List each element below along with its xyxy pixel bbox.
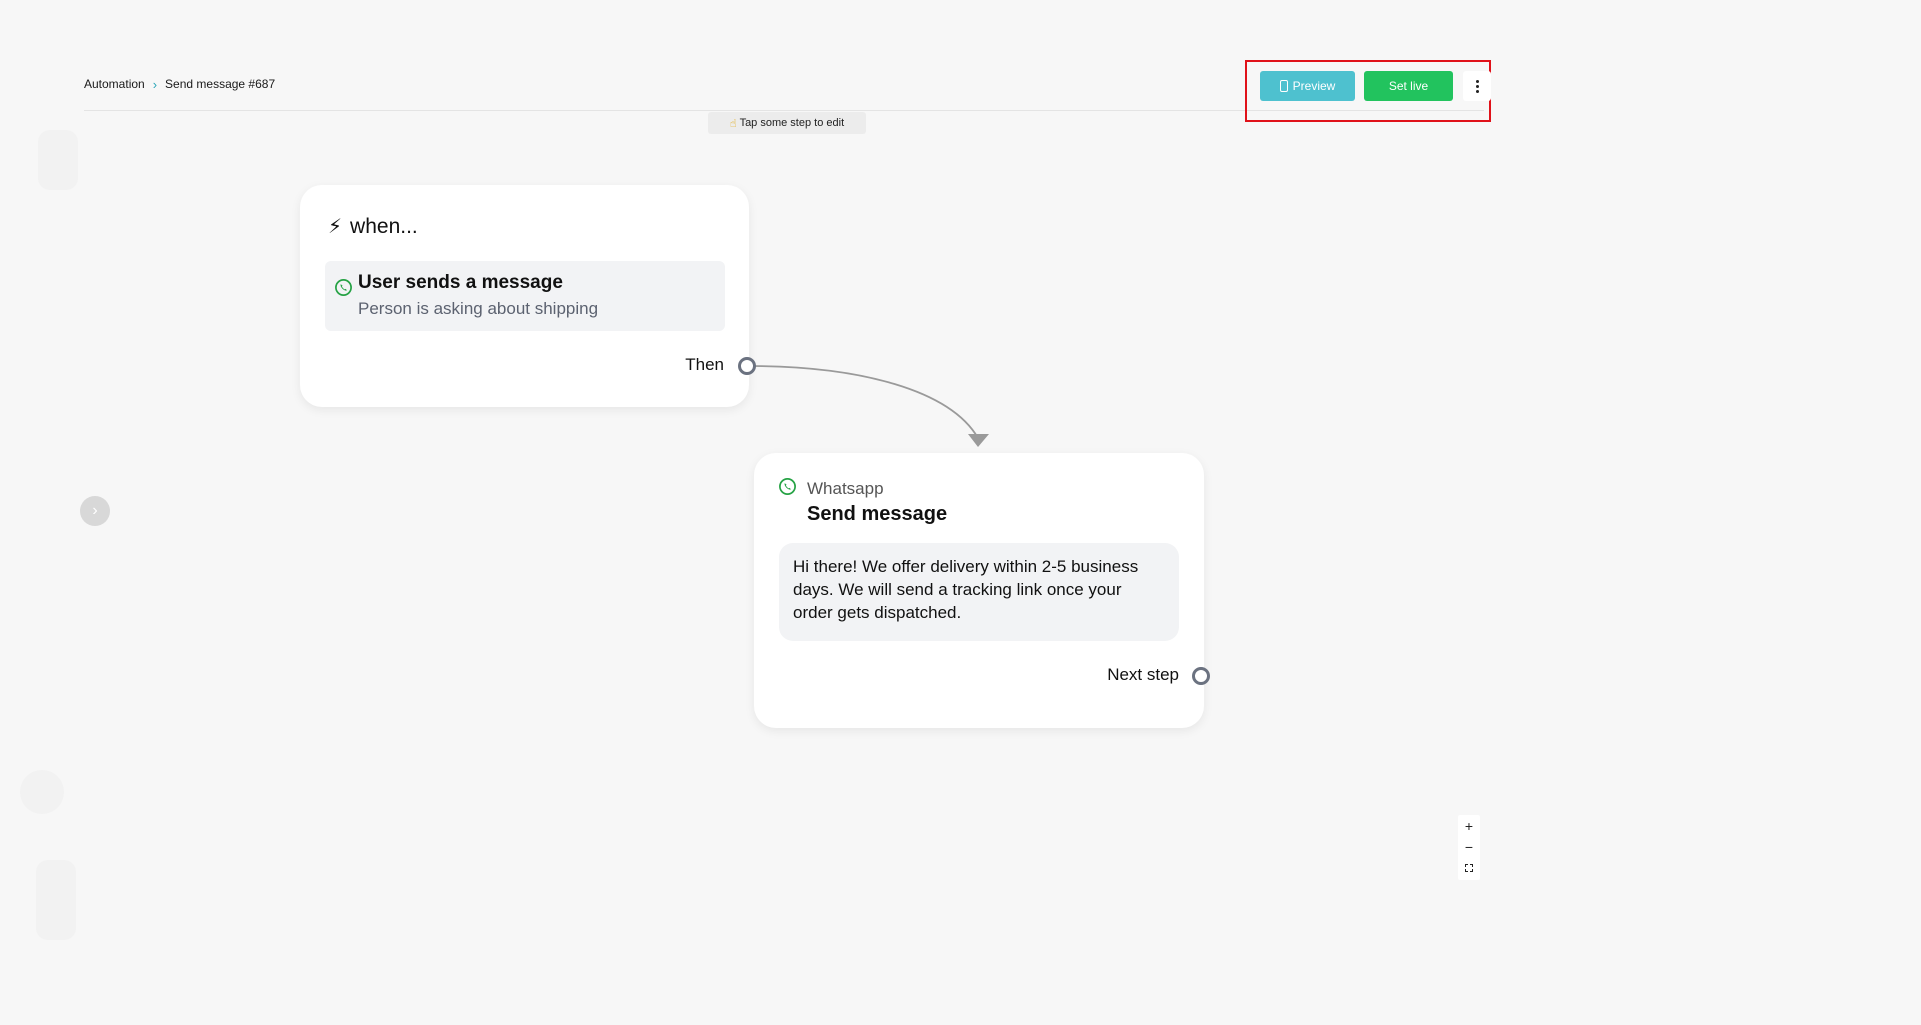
- message-preview[interactable]: Hi there! We offer delivery within 2-5 b…: [779, 543, 1179, 641]
- trigger-card[interactable]: ⚡︎ when... User sends a message Person i…: [300, 185, 756, 407]
- fit-view-icon: [1465, 863, 1473, 872]
- lightning-bolt-icon: ⚡︎: [328, 216, 343, 238]
- trigger-subtitle: Person is asking about shipping: [358, 299, 599, 318]
- action-title: Send message: [807, 503, 948, 525]
- then-connector-handle[interactable]: [738, 357, 756, 375]
- automation-canvas: Automation › Send message #687 ☝ Tap som…: [0, 0, 1921, 1025]
- trigger-card-title: ⚡︎ when...: [328, 215, 418, 238]
- zoom-out-button[interactable]: −: [1458, 836, 1480, 857]
- channel-label: Whatsapp: [807, 479, 884, 498]
- whatsapp-icon: [779, 478, 796, 495]
- send-message-card[interactable]: Whatsapp Send message Hi there! We offer…: [754, 453, 1210, 728]
- next-step-connector-handle[interactable]: [1192, 667, 1210, 685]
- arrowhead-icon: [968, 434, 989, 447]
- then-label: Then: [685, 355, 724, 374]
- trigger-box[interactable]: User sends a message Person is asking ab…: [325, 261, 725, 331]
- zoom-controls: + −: [1458, 815, 1480, 880]
- fit-view-button[interactable]: [1458, 857, 1480, 878]
- zoom-in-button[interactable]: +: [1458, 815, 1480, 836]
- whatsapp-icon: [335, 279, 352, 296]
- next-step-label: Next step: [1107, 665, 1179, 684]
- trigger-title: User sends a message: [358, 272, 563, 293]
